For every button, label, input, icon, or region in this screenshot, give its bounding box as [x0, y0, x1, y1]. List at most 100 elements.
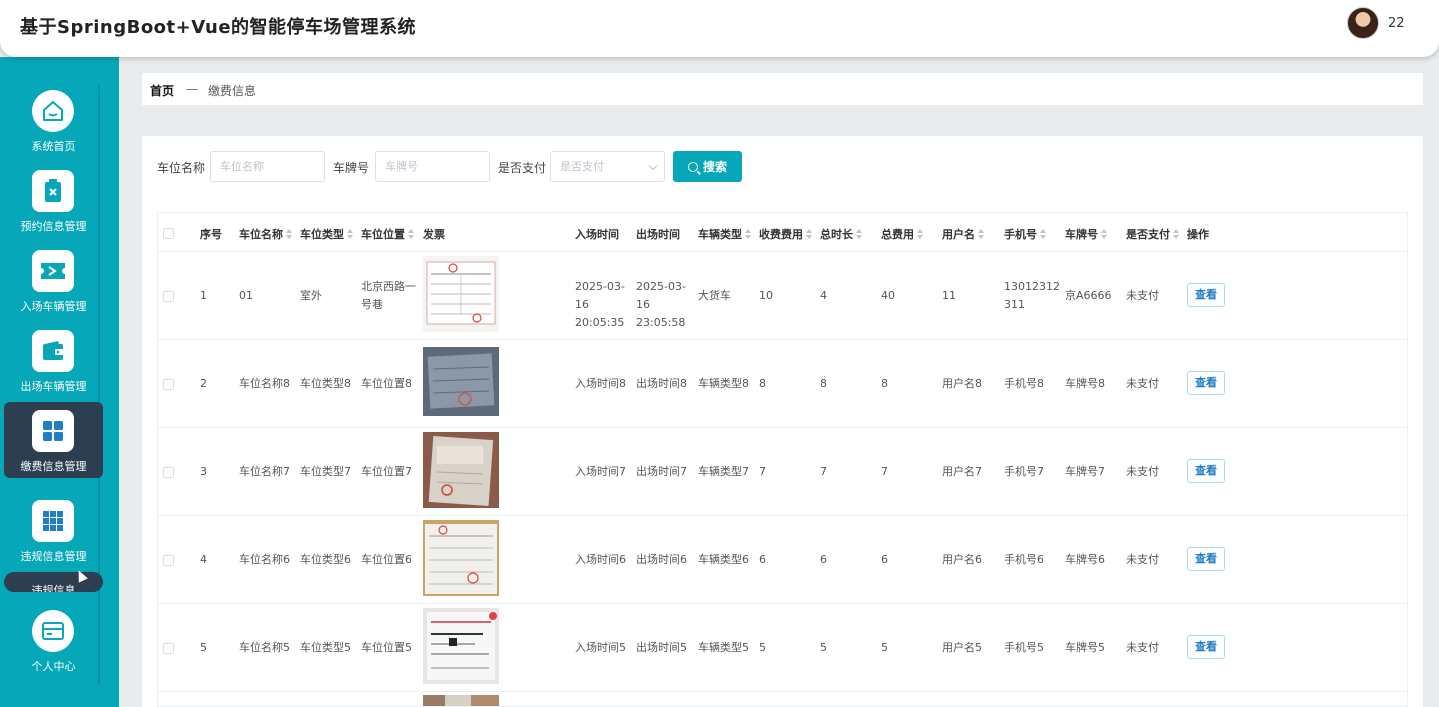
view-button[interactable]: 查看	[1187, 547, 1225, 571]
cell-paid: 未支付	[1126, 289, 1159, 302]
row-checkbox[interactable]	[163, 643, 174, 654]
sidebar: 系统首页 预约信息管理 入场车辆管理 出场车辆管理 缴费信息管理 违规信息管理 …	[0, 57, 119, 707]
app-title: 基于SpringBoot+Vue的智能停车场管理系统	[20, 17, 417, 38]
breadcrumb-separator: —	[186, 82, 198, 96]
row-checkbox[interactable]	[163, 291, 174, 302]
search-button[interactable]: 搜索	[673, 151, 742, 182]
col-vehicle-type[interactable]: 车辆类型	[698, 226, 751, 242]
sidebar-item-entry-vehicles[interactable]: 入场车辆管理	[4, 242, 103, 318]
col-no: 序号	[200, 228, 222, 241]
cell-fee: 10	[759, 289, 773, 302]
cell-no: 3	[200, 465, 207, 478]
home-icon	[32, 90, 74, 132]
sidebar-item-label: 预约信息管理	[20, 220, 87, 233]
cell-space-type: 车位类型8	[300, 377, 351, 390]
view-button[interactable]: 查看	[1187, 371, 1225, 395]
select-all-checkbox[interactable]	[163, 228, 174, 239]
table-row: 2 车位名称8 车位类型8 车位位置8 入场时间8 出场时间8 车辆类型8 8 …	[158, 340, 1407, 428]
sidebar-subitem-violations[interactable]: 违规信息	[4, 572, 103, 592]
chevron-down-icon	[648, 161, 658, 171]
table-header: 序号 车位名称 车位类型 车位位置 发票 入场时间 出场时间 车辆类型 收费费用…	[158, 213, 1407, 252]
sidebar-subitem-label: 违规信息	[31, 584, 76, 592]
col-space-type[interactable]: 车位类型	[300, 226, 353, 242]
cell-fee: 8	[759, 377, 766, 390]
cell-username: 11	[942, 289, 956, 302]
cell-duration: 7	[820, 465, 827, 478]
breadcrumb-home[interactable]: 首页	[150, 82, 174, 99]
breadcrumb-current: 缴费信息	[208, 84, 257, 98]
cell-vehicle-type: 车辆类型8	[698, 377, 749, 390]
cell-space-location: 北京西路一号巷	[361, 280, 416, 311]
paid-select[interactable]: 是否支付	[550, 151, 665, 182]
sidebar-item-label: 个人中心	[31, 660, 76, 673]
username[interactable]: 22	[1388, 16, 1405, 31]
cell-space-type: 室外	[300, 289, 322, 302]
sidebar-item-label: 违规信息管理	[20, 550, 87, 563]
col-space-location[interactable]: 车位位置	[361, 226, 414, 242]
row-checkbox[interactable]	[163, 467, 174, 478]
cell-vehicle-type: 车辆类型7	[698, 465, 749, 478]
invoice-image[interactable]	[423, 695, 499, 706]
cell-exit-time: 出场时间5	[636, 641, 687, 654]
invoice-image[interactable]	[423, 347, 499, 416]
col-fee[interactable]: 收费费用	[759, 226, 812, 242]
cell-no: 1	[200, 289, 207, 302]
table-row: 1 01 室外 北京西路一号巷 2025-03-16 20:05:35 2025…	[158, 252, 1407, 340]
cell-duration: 6	[820, 553, 827, 566]
col-paid[interactable]: 是否支付	[1126, 226, 1179, 242]
space-name-input[interactable]: 车位名称	[210, 151, 325, 182]
col-phone[interactable]: 手机号	[1004, 226, 1046, 242]
search-button-label: 搜索	[702, 160, 727, 174]
cell-space-type: 车位类型7	[300, 465, 351, 478]
cell-entry-time: 2025-03-16 20:05:35	[575, 280, 625, 329]
plate-input[interactable]: 车牌号	[375, 151, 490, 182]
cell-space-location: 车位位置8	[361, 377, 412, 390]
payments-table: 序号 车位名称 车位类型 车位位置 发票 入场时间 出场时间 车辆类型 收费费用…	[157, 212, 1408, 707]
cell-username: 用户名6	[942, 553, 982, 566]
table-row	[158, 692, 1407, 706]
cell-space-location: 车位位置6	[361, 553, 412, 566]
row-checkbox[interactable]	[163, 555, 174, 566]
cell-space-location: 车位位置7	[361, 465, 412, 478]
col-total[interactable]: 总费用	[881, 226, 923, 242]
sort-icon	[1101, 229, 1107, 239]
user-avatar[interactable]	[1347, 7, 1379, 39]
invoice-image[interactable]	[423, 520, 499, 596]
sidebar-item-home[interactable]: 系统首页	[4, 82, 103, 158]
table-row: 5 车位名称5 车位类型5 车位位置5 入场时间5 出场时间5 车辆类型5 5 …	[158, 604, 1407, 692]
grid-icon	[32, 410, 74, 452]
apps-icon	[32, 500, 74, 542]
col-plate[interactable]: 车牌号	[1065, 226, 1107, 242]
view-button[interactable]: 查看	[1187, 635, 1225, 659]
space-name-label: 车位名称	[157, 161, 206, 175]
invoice-image[interactable]	[423, 608, 499, 684]
sidebar-item-reservations[interactable]: 预约信息管理	[4, 162, 103, 238]
row-checkbox[interactable]	[163, 379, 174, 390]
cell-entry-time: 入场时间5	[575, 641, 626, 654]
col-exit-time: 出场时间	[636, 228, 680, 241]
col-duration[interactable]: 总时长	[820, 226, 862, 242]
view-button[interactable]: 查看	[1187, 459, 1225, 483]
sort-icon	[978, 229, 984, 239]
cell-exit-time: 2025-03-16 23:05:58	[636, 280, 686, 329]
main-panel: 车位名称 车位名称 车牌号 车牌号 是否支付 是否支付 搜索 序号 车位名称 车…	[142, 136, 1423, 707]
cell-plate: 车牌号5	[1065, 641, 1105, 654]
cell-phone: 手机号7	[1004, 465, 1044, 478]
col-space-name[interactable]: 车位名称	[239, 226, 292, 242]
sidebar-item-exit-vehicles[interactable]: 出场车辆管理	[4, 322, 103, 398]
col-username[interactable]: 用户名	[942, 226, 984, 242]
col-actions: 操作	[1187, 228, 1209, 241]
cell-username: 用户名8	[942, 377, 982, 390]
cell-phone: 手机号5	[1004, 641, 1044, 654]
invoice-image[interactable]	[423, 256, 499, 332]
view-button[interactable]: 查看	[1187, 283, 1225, 307]
cell-phone: 13012312311	[1004, 280, 1060, 311]
sidebar-item-payments[interactable]: 缴费信息管理	[4, 402, 103, 478]
sidebar-item-profile[interactable]: 个人中心	[4, 602, 103, 678]
sidebar-item-violations[interactable]: 违规信息管理	[4, 492, 103, 568]
sort-icon	[347, 229, 353, 239]
cell-duration: 5	[820, 641, 827, 654]
cell-no: 5	[200, 641, 207, 654]
sort-icon	[408, 229, 414, 239]
invoice-image[interactable]	[423, 432, 499, 508]
